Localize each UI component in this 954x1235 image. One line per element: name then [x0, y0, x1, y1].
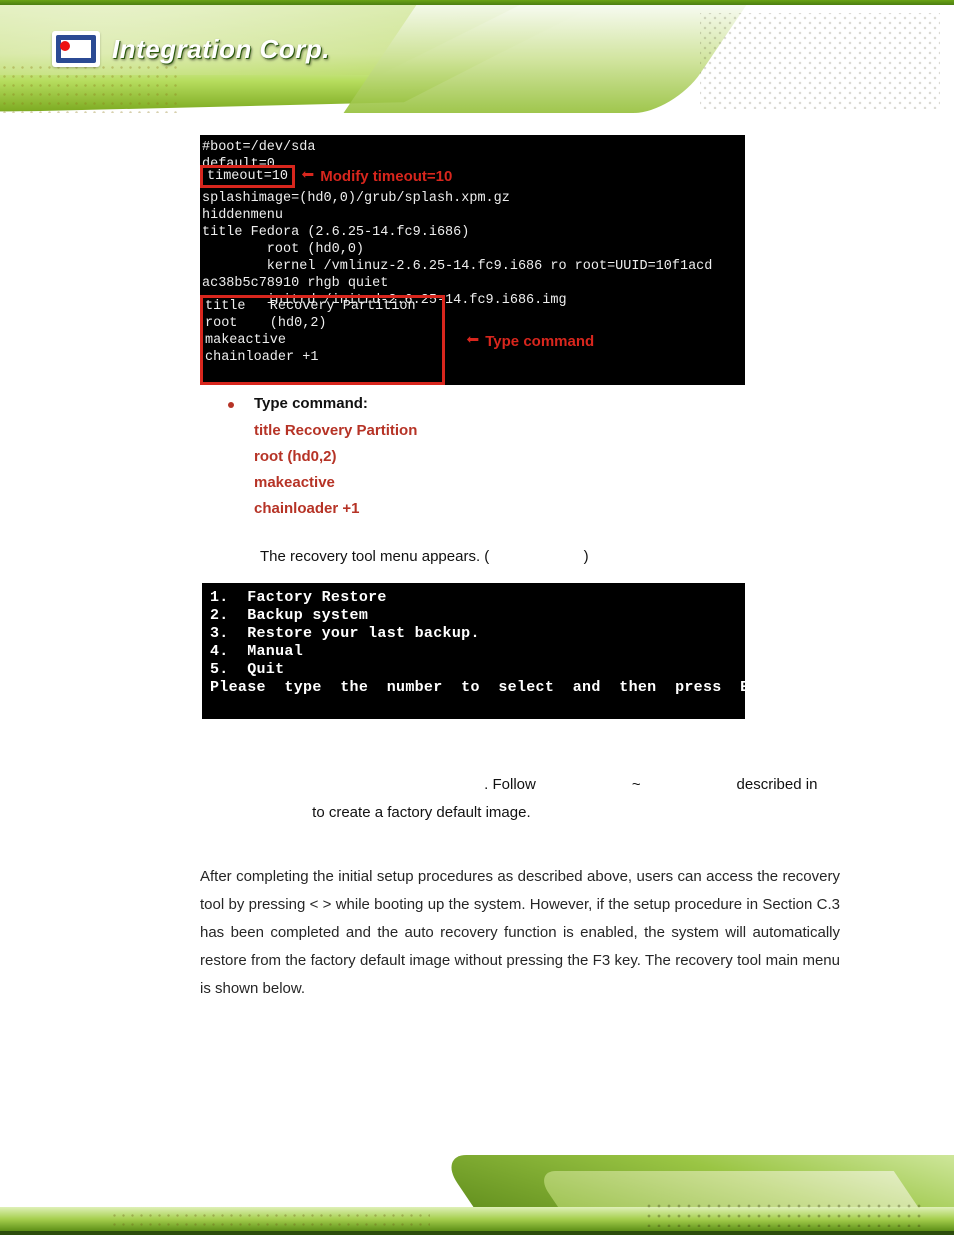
menu-line: 2. Backup system	[210, 607, 368, 624]
timeout-highlight: timeout=10	[200, 165, 295, 188]
term1-cmd: root (hd0,2)	[205, 315, 436, 332]
command-block-highlight: title Recovery Partition root (hd0,2) ma…	[200, 295, 445, 385]
term1-line: #boot=/dev/sda	[202, 139, 739, 156]
follow-b: ~	[616, 771, 656, 799]
footer-banner	[0, 1155, 954, 1235]
follow-d: to create a factory default image.	[312, 804, 530, 821]
term1-line: title Fedora (2.6.25-14.fc9.i686)	[202, 224, 739, 241]
term1-line: ac38b5c78910 rhgb quiet	[202, 275, 739, 292]
term1-cmd: chainloader +1	[205, 349, 436, 366]
term1-line: splashimage=(hd0,0)/grub/splash.xpm.gz	[202, 190, 739, 207]
term1-line: root (hd0,0)	[202, 241, 739, 258]
banner-dots-right	[700, 13, 940, 109]
follow-paragraph: . Follow ~ described in to create a fact…	[200, 771, 844, 827]
menu-line: 5. Quit	[210, 661, 284, 678]
command-line: chainloader +1	[254, 496, 844, 522]
body-paragraph: After completing the initial setup proce…	[200, 863, 840, 1003]
modify-timeout-note: Modify timeout=10	[320, 168, 452, 185]
brand-logo: Integration Corp.	[52, 31, 330, 67]
step-text-b: )	[584, 548, 589, 565]
type-command-note: Type command	[485, 333, 594, 350]
step-caption: The recovery tool menu appears. ( )	[260, 548, 844, 565]
command-line: title Recovery Partition	[254, 418, 844, 444]
banner-ribbon	[344, 5, 747, 113]
follow-c: described in	[737, 776, 818, 793]
recovery-menu-screenshot: 1. Factory Restore 2. Backup system 3. R…	[202, 583, 745, 719]
bullet-label: Type command:	[254, 395, 368, 412]
footer-base	[0, 1231, 954, 1235]
term1-cmd: makeactive	[205, 332, 436, 349]
command-list: title Recovery Partition root (hd0,2) ma…	[254, 418, 844, 522]
command-line: root (hd0,2)	[254, 444, 844, 470]
brand-mark-icon	[52, 31, 100, 67]
term1-cmd: title Recovery Partition	[205, 298, 436, 315]
menu-line: Please type the number to select and the…	[210, 679, 796, 696]
footer-dots-right	[644, 1201, 924, 1227]
menu-line: 4. Manual	[210, 643, 303, 660]
banner-dots-left	[0, 63, 180, 113]
footer-dots-left	[110, 1211, 430, 1229]
term1-line: hiddenmenu	[202, 207, 739, 224]
brand-name: Integration Corp.	[112, 34, 330, 65]
menu-line: 3. Restore your last backup.	[210, 625, 480, 642]
menu-line: 1. Factory Restore	[210, 589, 387, 606]
header-banner: Integration Corp.	[0, 5, 954, 113]
step-text-a: The recovery tool menu appears. (	[260, 548, 489, 565]
bullet-icon	[228, 402, 234, 408]
follow-a: . Follow	[484, 776, 536, 793]
term1-line: kernel /vmlinuz-2.6.25-14.fc9.i686 ro ro…	[202, 258, 739, 275]
command-line: makeactive	[254, 470, 844, 496]
type-command-bullet: Type command:	[228, 395, 844, 412]
grub-config-screenshot: #boot=/dev/sda default=0 splashimage=(hd…	[200, 135, 745, 385]
page-content: #boot=/dev/sda default=0 splashimage=(hd…	[0, 113, 954, 1155]
